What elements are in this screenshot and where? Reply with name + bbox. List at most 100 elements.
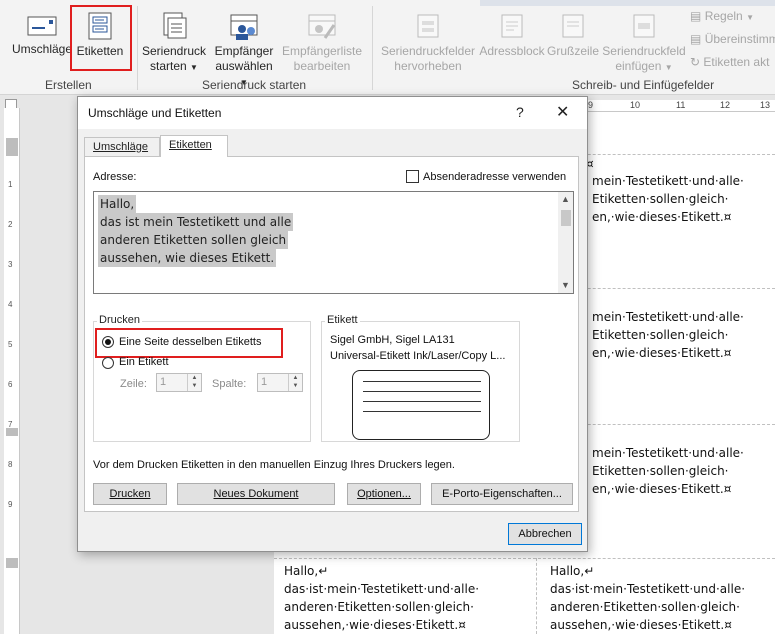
ribbon-top-strip	[480, 0, 775, 6]
table-cell: mein·Testetikett·und·alle·	[592, 446, 744, 460]
address-scrollbar[interactable]: ▲ ▼	[558, 192, 573, 293]
select-recipients-label-1: Empfänger	[214, 44, 274, 58]
start-merge-label-2: starten	[150, 59, 187, 73]
table-cell: en,·wie·dieses·Etikett.¤	[592, 210, 732, 224]
preview-line	[363, 411, 481, 412]
chevron-up-icon[interactable]: ▲	[561, 194, 570, 204]
eporto-label: E-Porto-Eigenschaften...	[442, 488, 562, 500]
ruler-margin	[6, 428, 18, 436]
spin-arrows-icon[interactable]: ▲ ▼	[187, 374, 201, 391]
greeting-line-button[interactable]: Grußzeile	[546, 12, 600, 59]
update-labels-icon: ↻	[690, 55, 701, 69]
tab-labels-label: Etiketten	[169, 139, 212, 151]
return-address-label: Absenderadresse verwenden	[423, 171, 567, 183]
ribbon: Umschläge Etiketten Erstellen Seriendruc…	[0, 0, 775, 95]
single-label-label: Ein Etikett	[119, 356, 169, 368]
match-fields-label: Übereinstimm	[704, 32, 775, 46]
ruler-number: 5	[8, 340, 13, 349]
address-block-button[interactable]: Adressblock	[478, 12, 546, 59]
group-start-merge-label: Seriendruck starten	[202, 78, 307, 92]
label-preview[interactable]	[352, 370, 490, 440]
vertical-ruler[interactable]: 1 2 3 4 5 6 7 8 9	[4, 108, 20, 634]
tab-envelopes[interactable]: Umschläge	[84, 137, 160, 157]
scrollbar-thumb[interactable]	[561, 210, 571, 226]
ruler-number: 4	[8, 300, 13, 309]
match-fields-button[interactable]: ▤ Übereinstimm	[690, 32, 775, 47]
row-value: 1	[160, 376, 167, 388]
highlight-label-1: Seriendruckfelder	[380, 44, 476, 58]
address-textarea[interactable]: Hallo, das ist mein Testetikett und alle…	[93, 191, 574, 294]
full-page-highlight-box	[95, 328, 283, 358]
insert-field-icon	[633, 14, 655, 38]
horizontal-ruler[interactable]: 9 10 11 12 13	[584, 100, 775, 112]
table-cell: en,·wie·dieses·Etikett.¤	[592, 346, 732, 360]
chevron-down-icon[interactable]: ▼	[561, 280, 570, 290]
print-button[interactable]: Drucken	[93, 483, 167, 505]
table-cell: Hallo,↵	[550, 564, 595, 578]
label-product: Universal-Etikett Ink/Laser/Copy L...	[330, 350, 506, 362]
start-mail-merge-button[interactable]: Seriendruck starten ▼	[140, 12, 208, 75]
greeting-line-label: Grußzeile	[546, 44, 599, 58]
info-text: Vor dem Drucken Etiketten in den manuell…	[93, 459, 455, 471]
print-group-title: Drucken	[97, 314, 142, 326]
ruler-number: 6	[8, 380, 13, 389]
start-merge-label-1: Seriendruck	[141, 44, 207, 58]
address-block-label: Adressblock	[479, 44, 545, 58]
insert-merge-field-button[interactable]: Seriendruckfeld einfügen ▼	[600, 12, 688, 75]
ruler-number: 8	[8, 460, 13, 469]
rules-button[interactable]: ▤ Regeln ▼	[690, 9, 775, 25]
address-block-icon	[501, 14, 523, 38]
label-group-title: Etikett	[325, 314, 360, 326]
edit-recipient-list-button[interactable]: Empfängerliste bearbeiten	[280, 12, 364, 74]
address-line: anderen Etiketten sollen gleich	[98, 231, 289, 249]
ruler-number: 9	[8, 500, 13, 509]
help-button[interactable]: ?	[516, 104, 524, 120]
cancel-button[interactable]: Abbrechen	[508, 523, 582, 545]
tab-envelopes-label: Umschläge	[93, 141, 149, 153]
update-labels-label: Etiketten akt	[703, 55, 770, 69]
close-button[interactable]: ✕	[556, 102, 569, 122]
new-document-button[interactable]: Neues Dokument	[177, 483, 335, 505]
chevron-down-icon: ▼	[664, 63, 673, 72]
ruler-number: 11	[676, 100, 686, 110]
ruler-number: 12	[720, 100, 731, 110]
address-line: aussehen, wie dieses Etikett.	[98, 249, 277, 267]
chevron-down-icon: ▼	[746, 13, 754, 22]
column-label: Spalte:	[212, 378, 247, 390]
table-cell: das·ist·mein·Testetikett·und·alle·	[284, 582, 480, 596]
ruler-number: 10	[630, 100, 641, 110]
recipients-icon	[230, 14, 258, 40]
spin-arrows-icon[interactable]: ▲ ▼	[288, 374, 302, 391]
highlight-label-2: hervorheben	[394, 59, 462, 73]
cancel-label: Abbrechen	[518, 528, 572, 540]
row-stepper[interactable]: 1 ▲ ▼	[156, 373, 202, 392]
tab-labels[interactable]: Etiketten	[160, 135, 228, 157]
column-stepper[interactable]: 1 ▲ ▼	[257, 373, 303, 392]
eporto-properties-button[interactable]: E-Porto-Eigenschaften...	[431, 483, 573, 505]
preview-line	[363, 391, 481, 392]
select-recipients-label-2: auswählen	[215, 59, 273, 73]
column-value: 1	[261, 376, 268, 388]
ruler-number: 13	[760, 100, 771, 110]
ribbon-separator	[137, 6, 138, 90]
return-address-checkbox[interactable]	[406, 170, 419, 183]
envelopes-label: Umschläge	[11, 42, 73, 56]
edit-list-icon	[308, 14, 336, 39]
options-button[interactable]: Optionen...	[347, 483, 421, 505]
update-labels-button[interactable]: ↻ Etiketten akt	[690, 55, 775, 70]
edit-list-label-2: bearbeiten	[293, 59, 351, 73]
ruler-margin	[6, 138, 18, 156]
single-label-radio[interactable]	[102, 357, 114, 369]
mail-merge-icon	[163, 12, 187, 39]
new-document-label: Neues Dokument	[213, 488, 299, 500]
table-cell: mein·Testetikett·und·alle·	[592, 310, 744, 324]
highlight-merge-fields-button[interactable]: Seriendruckfelder hervorheben	[378, 12, 478, 74]
row-label: Zeile:	[120, 378, 147, 390]
labels-tab-panel: Adresse: Absenderadresse verwenden Hallo…	[84, 156, 579, 512]
table-cell: en,·wie·dieses·Etikett.¤	[592, 482, 732, 496]
rules-label: Regeln	[704, 9, 743, 23]
options-label: Optionen...	[357, 488, 411, 500]
greeting-line-icon	[562, 14, 584, 38]
envelopes-button[interactable]: Umschläge	[10, 12, 74, 57]
dialog-title-bar[interactable]: Umschläge und Etiketten ? ✕	[78, 97, 587, 129]
